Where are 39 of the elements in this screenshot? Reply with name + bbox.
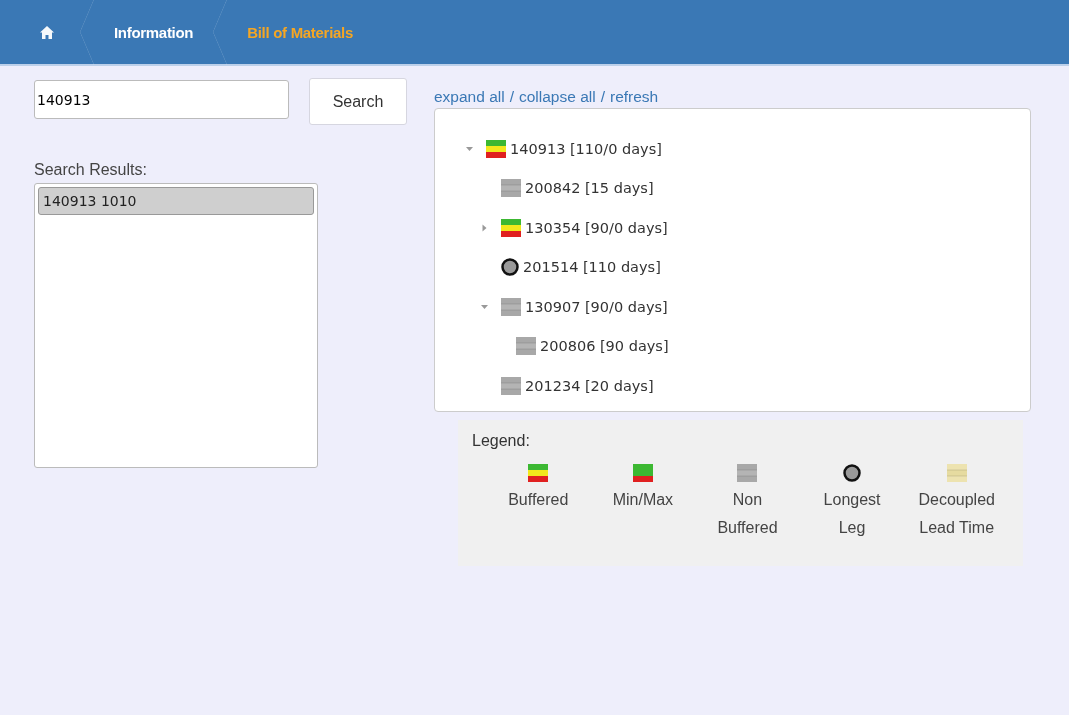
home-icon[interactable]	[40, 25, 54, 39]
caret-icon[interactable]	[465, 144, 474, 153]
striped-square-icon	[528, 464, 549, 482]
tree-node-label[interactable]: 201514 [110 days]	[523, 259, 661, 276]
striped-square-icon	[516, 337, 536, 356]
search-button[interactable]: Search	[309, 78, 407, 125]
split-square-icon	[632, 464, 653, 482]
caret-icon[interactable]	[480, 223, 489, 232]
tree-node-label[interactable]: 140913 [110/0 days]	[510, 140, 662, 157]
toolbar-link[interactable]: refresh	[610, 88, 659, 106]
tree-node-label[interactable]: 130354 [90/0 days]	[525, 219, 668, 236]
legend-label: Non Buffered	[717, 490, 778, 538]
striped-square-icon	[501, 179, 521, 198]
tree-node-label[interactable]: 201234 [20 days]	[525, 377, 654, 394]
tree-node-label[interactable]: 200806 [90 days]	[540, 338, 669, 355]
tree-node-label[interactable]: 130907 [90/0 days]	[525, 298, 668, 315]
legend-label: Buffered	[508, 490, 569, 510]
search-field[interactable]: 140913	[34, 80, 289, 119]
caret-icon[interactable]	[480, 302, 489, 311]
legend-label: Longest Leg	[823, 490, 881, 538]
striped-square-icon	[946, 464, 967, 482]
tree-node-label[interactable]: 200842 [15 days]	[525, 180, 654, 197]
link-separator: /	[509, 88, 514, 106]
circle-icon	[501, 258, 519, 277]
striped-square-icon	[486, 139, 506, 158]
legend-title: Legend:	[472, 432, 531, 450]
striped-square-icon	[501, 376, 521, 395]
link-separator: /	[600, 88, 605, 106]
toolbar-link[interactable]: expand all	[434, 88, 505, 106]
circle-icon	[843, 464, 862, 482]
striped-square-icon	[501, 297, 521, 316]
search-result-item[interactable]: 140913 1010	[38, 187, 314, 215]
search-results-label: Search Results:	[34, 161, 148, 179]
breadcrumb-link[interactable]: Information	[114, 23, 194, 41]
toolbar-link[interactable]: collapse all	[519, 88, 596, 106]
striped-square-icon	[501, 218, 521, 237]
legend-label: Decoupled Lead Time	[918, 490, 995, 538]
striped-square-icon	[737, 464, 758, 482]
legend-label: Min/Max	[612, 490, 674, 510]
